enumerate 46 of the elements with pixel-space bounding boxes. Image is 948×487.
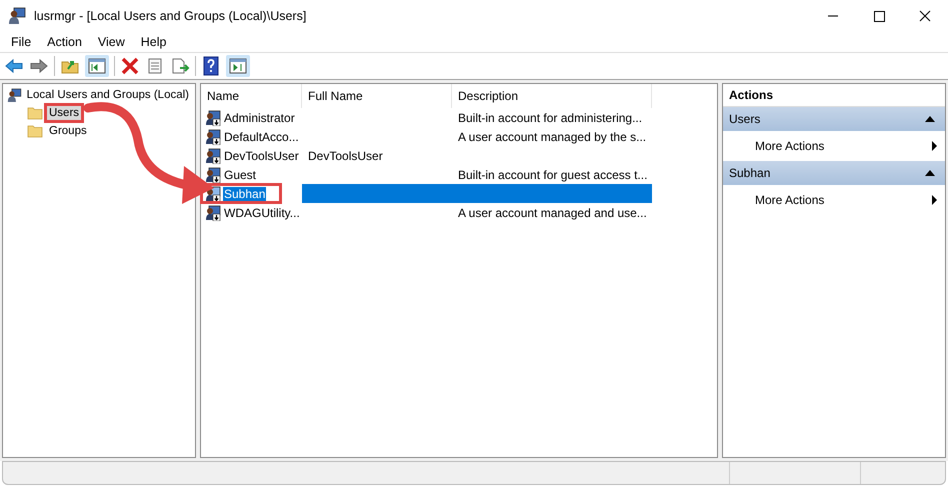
column-header[interactable]: Description [452, 84, 652, 108]
back-icon[interactable] [4, 57, 24, 75]
table-cell: Built-in account for administering... [458, 110, 642, 124]
users-icon [7, 86, 22, 104]
collapse-icon[interactable] [925, 116, 935, 122]
folder-icon [27, 106, 43, 120]
menu-item[interactable]: Help [132, 35, 174, 49]
table-cell: A user account managed and use... [458, 206, 647, 220]
action-item[interactable]: More Actions [723, 185, 945, 215]
help-icon[interactable] [201, 56, 221, 76]
table-cell: A user account managed by the s... [458, 130, 646, 144]
users-icon [8, 7, 26, 25]
user-icon [205, 110, 221, 126]
action-item[interactable]: More Actions [723, 131, 945, 161]
submenu-arrow-icon [932, 195, 937, 205]
action-pane-icon[interactable] [226, 55, 250, 77]
console-tree-icon[interactable] [85, 55, 109, 77]
user-name[interactable]: DevToolsUser [223, 148, 300, 162]
section-header[interactable]: Users [723, 107, 945, 131]
export-icon[interactable] [170, 57, 190, 75]
window-title: lusrmgr - [Local Users and Groups (Local)\Users] [34, 9, 308, 23]
user-name[interactable]: DefaultAcco... [223, 130, 300, 144]
menu-item[interactable]: View [90, 35, 133, 49]
column-header[interactable]: Name [201, 84, 302, 108]
forward-icon[interactable] [29, 57, 49, 75]
user-name[interactable]: WDAGUtility... [223, 206, 301, 220]
user-icon [205, 166, 221, 182]
collapse-icon[interactable] [925, 170, 935, 176]
delete-icon[interactable] [120, 57, 140, 75]
user-icon [205, 204, 221, 220]
table-cell: DevToolsUser [308, 148, 383, 162]
user-name[interactable]: Guest [223, 168, 258, 182]
user-icon [205, 148, 221, 164]
tree-item[interactable]: Users [47, 106, 82, 120]
submenu-arrow-icon [932, 141, 937, 151]
section-header[interactable]: Subhan [723, 161, 945, 185]
tree-item[interactable]: Local Users and Groups (Local) [24, 88, 191, 102]
menu-item[interactable]: Action [39, 35, 90, 49]
table-cell: Built-in account for guest access t... [458, 168, 648, 182]
user-name[interactable]: Subhan [223, 186, 266, 200]
folder-icon [27, 124, 43, 138]
column-header[interactable]: Full Name [302, 84, 452, 108]
user-icon [205, 128, 221, 144]
tree-item[interactable]: Groups [47, 124, 89, 138]
user-name[interactable]: Administrator [223, 110, 296, 124]
menu-item[interactable]: File [3, 35, 40, 49]
